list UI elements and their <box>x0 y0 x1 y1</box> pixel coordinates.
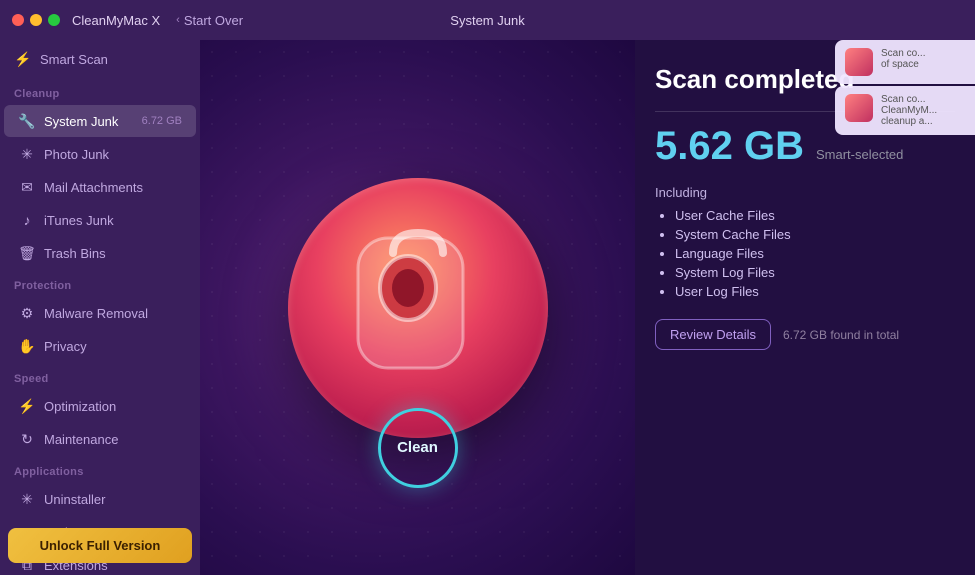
review-details-button[interactable]: Review Details <box>655 319 771 350</box>
section-cleanup: Cleanup <box>0 78 200 104</box>
chevron-left-icon: ‹ <box>176 14 180 26</box>
mail-icon: ✉ <box>18 178 36 196</box>
clean-button[interactable]: Clean <box>378 408 458 488</box>
notification-card-1[interactable]: Scan co...of space <box>835 40 975 84</box>
file-type-3: Language Files <box>675 246 955 261</box>
notif-text-1: Scan co...of space <box>881 48 925 70</box>
sidebar: ⚡ Smart Scan Cleanup 🔧 System Junk 6.72 … <box>0 40 200 575</box>
file-type-1: User Cache Files <box>675 208 955 223</box>
file-type-4: System Log Files <box>675 265 955 280</box>
sidebar-item-mail-attachments[interactable]: ✉ Mail Attachments <box>4 171 196 203</box>
maximize-button[interactable] <box>48 14 60 26</box>
system-junk-badge: 6.72 GB <box>142 115 182 127</box>
titlebar: CleanMyMac X ‹ Start Over System Junk <box>0 0 975 40</box>
total-found: 6.72 GB found in total <box>783 328 899 342</box>
section-protection: Protection <box>0 270 200 296</box>
sidebar-item-itunes-junk[interactable]: ♪ iTunes Junk <box>4 204 196 236</box>
sidebar-item-photo-junk[interactable]: ✳ Photo Junk <box>4 138 196 170</box>
sidebar-item-trash-bins[interactable]: 🗑 Trash Bins <box>4 237 196 269</box>
uninstaller-icon: ✳ <box>18 490 36 508</box>
malware-icon: ⚙ <box>18 304 36 322</box>
nav-label: Start Over <box>184 13 243 28</box>
trash-icon: 🗑 <box>18 244 36 262</box>
sidebar-item-system-junk[interactable]: 🔧 System Junk 6.72 GB <box>4 105 196 137</box>
sidebar-item-maintenance[interactable]: ↻ Maintenance <box>4 423 196 455</box>
unlock-full-version-button[interactable]: Unlock Full Version <box>8 528 192 563</box>
system-junk-icon: 🔧 <box>18 112 36 130</box>
file-list: User Cache Files System Cache Files Lang… <box>655 208 955 299</box>
app-icon-container: Clean <box>288 178 548 438</box>
mail-attachments-label: Mail Attachments <box>44 180 143 195</box>
notif-icon-2 <box>845 94 873 122</box>
sidebar-item-smart-scan[interactable]: ⚡ Smart Scan <box>0 40 200 78</box>
trash-bins-label: Trash Bins <box>44 246 106 261</box>
notifications-area: Scan co...of space Scan co...CleanMyM...… <box>835 40 975 135</box>
maintenance-label: Maintenance <box>44 432 118 447</box>
itunes-icon: ♪ <box>18 211 36 229</box>
photo-junk-label: Photo Junk <box>44 147 109 162</box>
optimization-label: Optimization <box>44 399 116 414</box>
right-panel: Scan co...of space Scan co...CleanMyM...… <box>635 40 975 575</box>
including-label: Including <box>655 185 955 200</box>
sidebar-item-privacy[interactable]: ✋ Privacy <box>4 330 196 362</box>
app-name: CleanMyMac X <box>72 13 160 28</box>
app-icon-svg <box>338 223 498 393</box>
center-content: Clean <box>200 40 635 575</box>
section-speed: Speed <box>0 363 200 389</box>
smart-scan-icon: ⚡ <box>14 50 32 68</box>
privacy-label: Privacy <box>44 339 87 354</box>
minimize-button[interactable] <box>30 14 42 26</box>
close-button[interactable] <box>12 14 24 26</box>
start-over-nav[interactable]: ‹ Start Over <box>176 13 243 28</box>
sidebar-item-optimization[interactable]: ⚡ Optimization <box>4 390 196 422</box>
size-qualifier: Smart-selected <box>816 147 903 162</box>
system-junk-label: System Junk <box>44 114 118 129</box>
sidebar-item-malware-removal[interactable]: ⚙ Malware Removal <box>4 297 196 329</box>
app-icon <box>288 178 548 438</box>
file-type-2: System Cache Files <box>675 227 955 242</box>
traffic-lights <box>12 14 60 26</box>
clean-btn-area: Clean <box>378 408 458 488</box>
malware-label: Malware Removal <box>44 306 148 321</box>
smart-scan-label: Smart Scan <box>40 52 108 67</box>
sidebar-item-uninstaller[interactable]: ✳ Uninstaller <box>4 483 196 515</box>
notification-card-2[interactable]: Scan co...CleanMyM...cleanup a... <box>835 86 975 135</box>
file-type-5: User Log Files <box>675 284 955 299</box>
bottom-actions: Review Details 6.72 GB found in total <box>655 319 955 350</box>
uninstaller-label: Uninstaller <box>44 492 105 507</box>
size-number: 5.62 GB <box>655 124 804 169</box>
notif-icon-1 <box>845 48 873 76</box>
photo-junk-icon: ✳ <box>18 145 36 163</box>
maintenance-icon: ↻ <box>18 430 36 448</box>
privacy-icon: ✋ <box>18 337 36 355</box>
section-applications: Applications <box>0 456 200 482</box>
optimization-icon: ⚡ <box>18 397 36 415</box>
main-layout: ⚡ Smart Scan Cleanup 🔧 System Junk 6.72 … <box>0 40 975 575</box>
window-title: System Junk <box>450 13 524 28</box>
itunes-junk-label: iTunes Junk <box>44 213 114 228</box>
notif-text-2: Scan co...CleanMyM...cleanup a... <box>881 94 937 127</box>
